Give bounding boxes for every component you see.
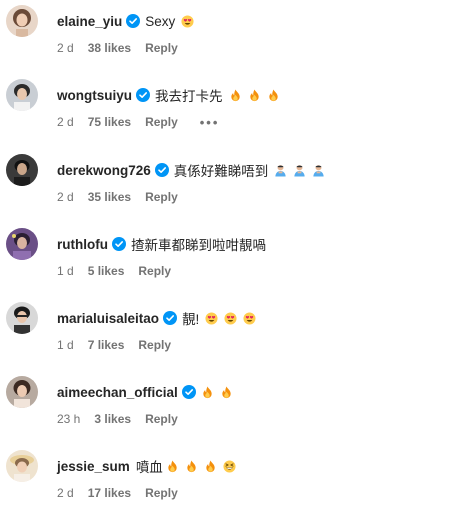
avatar[interactable] (6, 154, 38, 186)
avatar[interactable] (6, 5, 38, 37)
reply-button[interactable]: Reply (145, 486, 178, 500)
comment-time: 23 h (57, 412, 81, 426)
reply-button[interactable]: Reply (138, 264, 171, 278)
likes-count[interactable]: 5 likes (88, 264, 125, 278)
avatar[interactable] (6, 79, 38, 111)
username[interactable]: aimeechan_official (57, 385, 178, 400)
likes-count[interactable]: 17 likes (88, 486, 131, 500)
fire-emoji-icon (229, 88, 242, 102)
verified-badge-icon (111, 237, 126, 251)
comment-time: 2 d (57, 486, 74, 500)
comment-time: 1 d (57, 264, 74, 278)
heart-eyes-emoji-icon (181, 14, 194, 28)
fire-emoji-icon (166, 459, 179, 473)
comment-text: 真係好難睇唔到 (173, 164, 269, 179)
likes-count[interactable]: 35 likes (88, 190, 131, 204)
person-bowing-emoji-icon (293, 164, 306, 177)
reply-button[interactable]: Reply (145, 41, 178, 55)
verified-badge-icon (136, 88, 150, 102)
avatar[interactable] (6, 228, 38, 260)
verified-badge-icon (126, 14, 141, 28)
reply-button[interactable]: Reply (145, 412, 178, 426)
likes-count[interactable]: 7 likes (88, 338, 125, 352)
username[interactable]: elaine_yiu (57, 14, 122, 29)
verified-badge-icon (181, 385, 196, 399)
heart-eyes-emoji-icon (205, 311, 218, 325)
comment: elaine_yiu Sexy 2 d 38 likes Reply (6, 5, 446, 65)
comment-text: 揸新車都睇到啦咁靚喎 (130, 238, 266, 253)
comment: marialuisaleitao 靚! 1 d 7 likes Reply (6, 302, 446, 362)
more-options-icon[interactable]: ••• (200, 115, 220, 130)
fire-emoji-icon (185, 459, 198, 473)
comment-time: 2 d (57, 190, 74, 204)
comment-time: 2 d (57, 115, 74, 129)
comment: jessie_sum 噴血 2 d 17 likes Reply (6, 450, 446, 510)
username[interactable]: derekwong726 (57, 163, 151, 178)
comment: aimeechan_official 23 h 3 likes Reply (6, 376, 446, 436)
fire-emoji-icon (204, 459, 217, 473)
verified-badge-icon (163, 311, 178, 325)
heart-eyes-emoji-icon (243, 311, 256, 325)
verified-badge-icon (154, 163, 169, 177)
avatar[interactable] (6, 376, 38, 408)
comment-text: 靚! (182, 312, 200, 327)
username[interactable]: wongtsuiyu (57, 88, 132, 103)
comment-text: Sexy (145, 13, 176, 29)
avatar[interactable] (6, 302, 38, 334)
reply-button[interactable]: Reply (145, 190, 178, 204)
fire-emoji-icon (267, 88, 280, 102)
fire-emoji-icon (201, 385, 214, 399)
likes-count[interactable]: 3 likes (94, 412, 131, 426)
comment-text: 我去打卡先 (155, 89, 223, 104)
fire-emoji-icon (248, 88, 261, 102)
likes-count[interactable]: 75 likes (88, 115, 131, 129)
comment: wongtsuiyu 我去打卡先 2 d 75 likes Reply ••• (6, 79, 446, 139)
comment: derekwong726 真係好難睇唔到 2 d 35 likes Reply (6, 154, 446, 214)
username[interactable]: jessie_sum (57, 459, 130, 474)
heart-eyes-emoji-icon (224, 311, 237, 325)
fire-emoji-icon (220, 385, 233, 399)
comment-time: 1 d (57, 338, 74, 352)
person-bowing-emoji-icon (312, 164, 325, 177)
comment-text: 噴血 (135, 460, 163, 475)
comment: ruthlofu 揸新車都睇到啦咁靚喎 1 d 5 likes Reply (6, 228, 446, 288)
reply-button[interactable]: Reply (145, 115, 178, 129)
avatar[interactable] (6, 450, 38, 482)
reply-button[interactable]: Reply (138, 338, 171, 352)
grinning-squinting-emoji-icon (223, 459, 236, 473)
comment-time: 2 d (57, 41, 74, 55)
username[interactable]: ruthlofu (57, 237, 108, 252)
likes-count[interactable]: 38 likes (88, 41, 131, 55)
username[interactable]: marialuisaleitao (57, 311, 159, 326)
person-bowing-emoji-icon (274, 164, 287, 177)
